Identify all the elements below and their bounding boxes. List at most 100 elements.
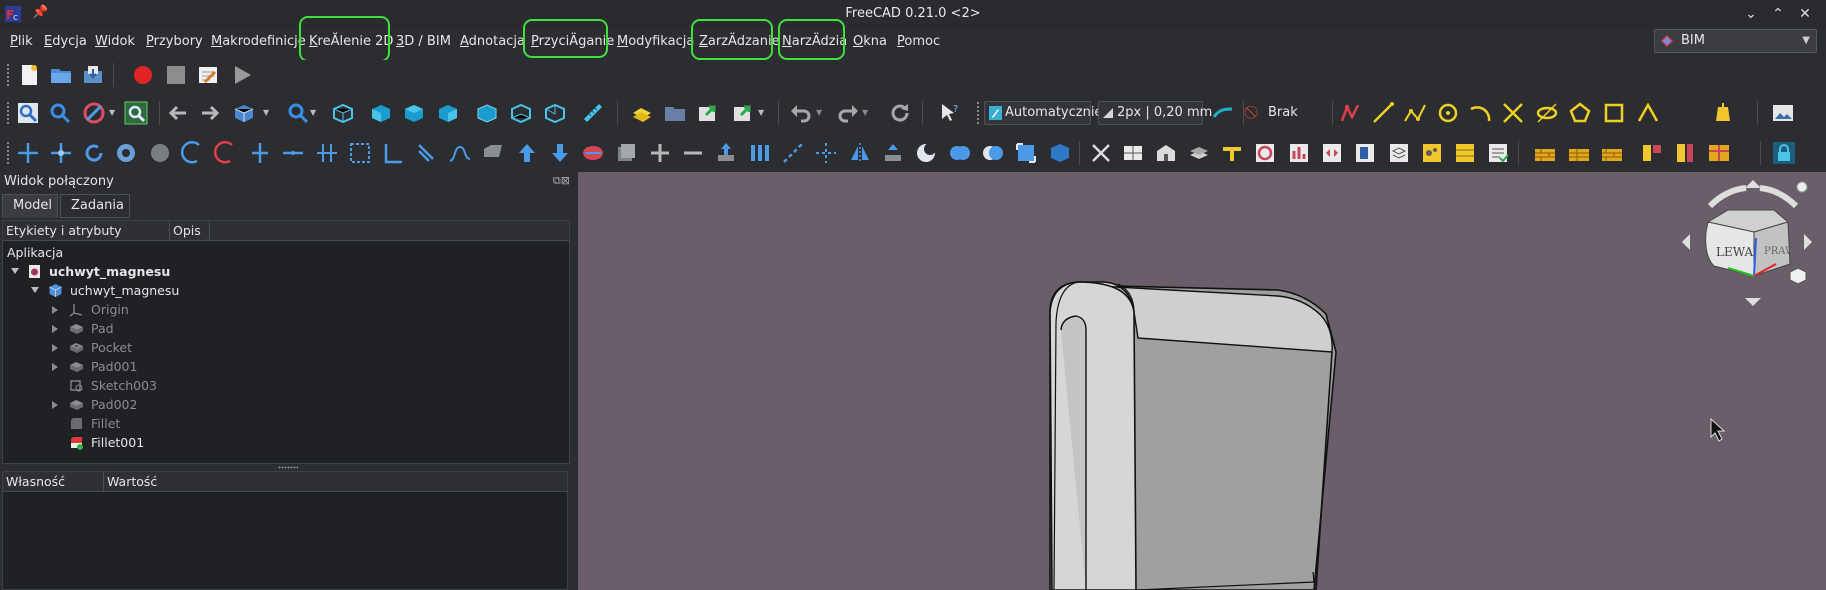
menu-3d-bim[interactable]: 3D / BIM (396, 28, 451, 56)
upgrade-icon[interactable] (382, 141, 406, 165)
rotate-icon[interactable] (82, 141, 106, 165)
material-icon[interactable] (1253, 141, 1277, 165)
array-icon[interactable] (148, 141, 172, 165)
menu-okna[interactable]: Okna (853, 28, 887, 56)
join-icon[interactable] (315, 141, 339, 165)
tree-item-pocket[interactable]: Pocket (3, 338, 569, 357)
stretch-icon[interactable] (214, 141, 238, 165)
navigation-cube[interactable]: LEWA PRAW (1682, 180, 1812, 306)
tree-item-origin[interactable]: Origin (3, 300, 569, 319)
float-panel-icon[interactable]: ⧉ (553, 174, 561, 187)
expand-arrow-icon[interactable] (52, 401, 58, 409)
close-panel-icon[interactable]: ⊠ (561, 174, 570, 187)
view-rear-icon[interactable] (475, 101, 499, 125)
remove-icon[interactable] (681, 141, 705, 165)
property-editor[interactable]: Własność Wartość (2, 471, 568, 590)
model-tree[interactable]: Etykiety i atrybuty Opis Aplikacja uchwy… (2, 220, 570, 464)
toolbar-grip[interactable] (976, 101, 980, 125)
panel-splitter[interactable] (2, 464, 570, 471)
record-macro-icon[interactable] (131, 63, 155, 87)
property-column-name[interactable]: Własność (3, 472, 104, 492)
toolbar-grip[interactable] (6, 63, 10, 87)
move-down-icon[interactable] (548, 141, 572, 165)
measure-icon[interactable] (581, 101, 605, 125)
chevron-down-icon[interactable]: ▼ (862, 108, 868, 117)
zoom-icon[interactable] (286, 101, 310, 125)
report-icon[interactable] (1486, 141, 1510, 165)
curtain-wall-icon[interactable] (1567, 141, 1591, 165)
view-right-icon[interactable] (436, 101, 460, 125)
tree-column-labels[interactable]: Etykiety i atrybuty (3, 221, 170, 241)
expand-arrow-icon[interactable] (52, 306, 58, 314)
undo-icon[interactable] (789, 101, 813, 125)
grid-icon[interactable] (1121, 141, 1145, 165)
clone-icon[interactable] (614, 141, 638, 165)
floor-icon[interactable] (1187, 141, 1211, 165)
toolbar-grip[interactable] (6, 141, 10, 165)
new-document-icon[interactable] (17, 63, 41, 87)
nav-arrow-down[interactable] (1745, 298, 1761, 306)
snap-angle-icon[interactable] (1468, 101, 1492, 125)
std-views-icon[interactable] (16, 101, 40, 125)
cube-icon[interactable] (1048, 141, 1072, 165)
layers-icon[interactable] (1387, 141, 1411, 165)
draw-style-icon[interactable] (82, 101, 106, 125)
move-up-icon[interactable] (515, 141, 539, 165)
section-icon[interactable] (1014, 141, 1038, 165)
add-icon[interactable] (648, 141, 672, 165)
push-pull-icon[interactable] (714, 141, 738, 165)
tree-item-pad[interactable]: Pad (3, 319, 569, 338)
tree-item-document[interactable]: uchwyt_magnesu (3, 262, 569, 281)
tab-model[interactable]: Model (2, 194, 58, 218)
create-part-icon[interactable] (630, 101, 654, 125)
snap-mode-combo[interactable]: ⃠ Brak (1249, 101, 1308, 125)
menu-makrodefinicje[interactable]: Makrodefinicje (211, 28, 306, 56)
3d-viewport[interactable]: LEWA PRAW (578, 172, 1826, 590)
run-macro-icon[interactable] (230, 63, 254, 87)
stop-macro-icon[interactable] (164, 63, 188, 87)
extrude-icon[interactable] (881, 141, 905, 165)
3d-scene[interactable]: LEWA PRAW (578, 172, 1826, 590)
chevron-down-icon[interactable]: ▼ (310, 108, 316, 117)
view-bottom-icon[interactable] (509, 101, 533, 125)
classification-icon[interactable] (1420, 141, 1444, 165)
box-selection-icon[interactable] (232, 101, 256, 125)
fit-all-icon[interactable] (48, 101, 72, 125)
nav-menu-button[interactable] (1796, 181, 1808, 193)
ifc-icon[interactable] (1320, 141, 1344, 165)
move-icon[interactable] (16, 141, 40, 165)
snap-special-icon[interactable] (1568, 101, 1592, 125)
tab-zadania[interactable]: Zadania (60, 194, 130, 218)
ifc-explorer-icon[interactable] (1353, 141, 1377, 165)
array-tools-icon[interactable] (748, 141, 772, 165)
chevron-down-icon[interactable]: ▼ (109, 108, 115, 117)
expand-arrow-icon[interactable] (31, 287, 39, 293)
draw-style-combo[interactable]: Automatycznie (984, 101, 1102, 125)
chevron-down-icon[interactable]: ▼ (816, 108, 822, 117)
tree-item-sketch003[interactable]: Sketch003 (3, 376, 569, 395)
nav-view-menu-cube[interactable] (1789, 267, 1807, 285)
close-icon[interactable]: ✕ (1794, 3, 1816, 25)
menu-edycja[interactable]: Edycja (44, 28, 87, 56)
property-column-value[interactable]: Wartość (104, 472, 567, 492)
mirror-arch-icon[interactable] (848, 141, 872, 165)
bim-warning-icon[interactable] (1711, 101, 1735, 125)
snap-perpendicular-icon[interactable] (1535, 101, 1559, 125)
menu-widok[interactable]: Widok (95, 28, 135, 56)
copy-icon[interactable] (49, 141, 73, 165)
door-icon[interactable] (1673, 141, 1697, 165)
menu-pomoc[interactable]: Pomoc (897, 28, 940, 56)
nav-rotate-right[interactable] (1759, 185, 1799, 209)
trimex-icon[interactable] (181, 141, 205, 165)
lock-icon[interactable] (1772, 141, 1796, 165)
expand-arrow-icon[interactable] (11, 268, 19, 274)
back-arrow-icon[interactable] (166, 101, 190, 125)
tree-item-pad002[interactable]: Pad002 (3, 395, 569, 414)
slope-icon[interactable] (581, 141, 605, 165)
link-actions-icon[interactable] (731, 101, 755, 125)
nav-arrow-right[interactable] (1804, 234, 1812, 250)
workbench-selector[interactable]: BIM ▼ (1654, 29, 1817, 53)
view-front-icon[interactable] (369, 101, 393, 125)
expand-arrow-icon[interactable] (52, 344, 58, 352)
snap-midpoint-icon[interactable] (1403, 101, 1427, 125)
